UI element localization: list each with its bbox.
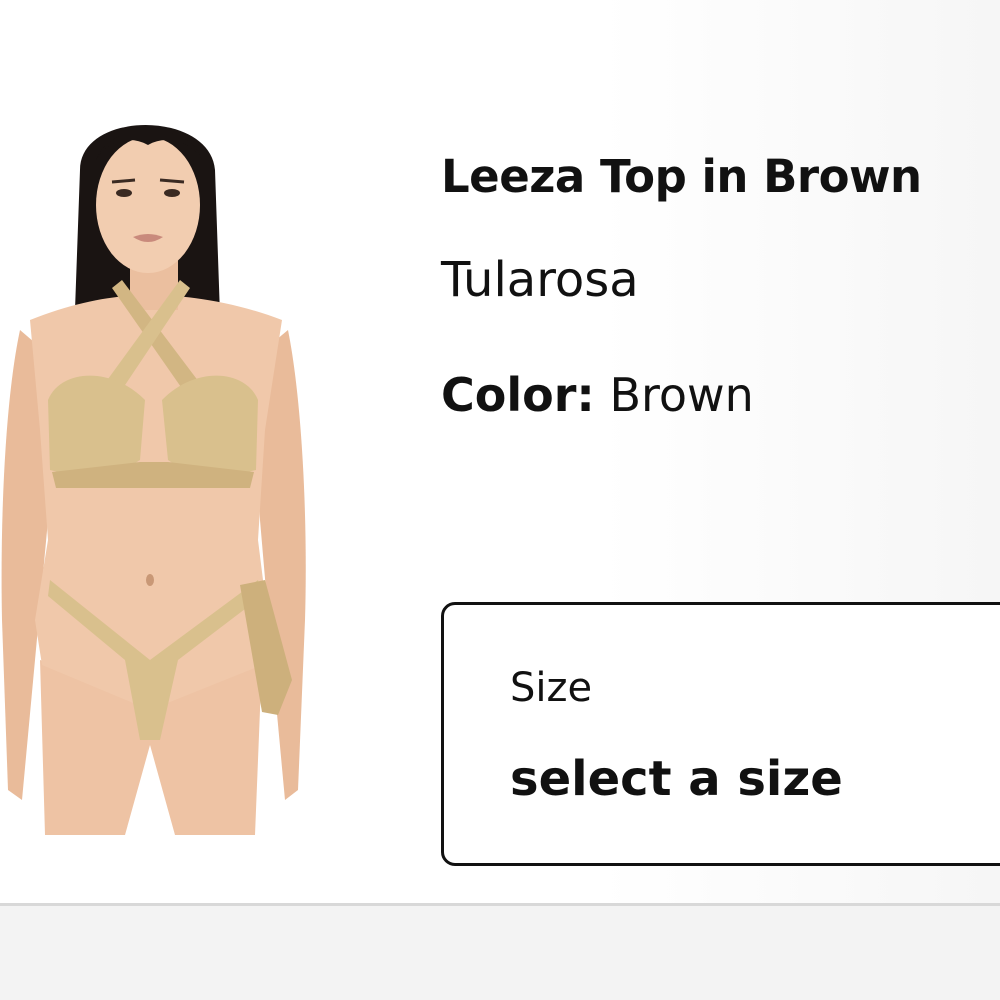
size-selector[interactable]: Size select a size xyxy=(441,602,1000,866)
footer-area xyxy=(0,906,1000,1000)
size-label: Size xyxy=(510,665,593,711)
size-value: select a size xyxy=(510,751,843,807)
product-color: Color: Brown xyxy=(441,368,754,422)
color-label: Color: xyxy=(441,368,595,422)
model-photo xyxy=(1,125,306,835)
product-brand[interactable]: Tularosa xyxy=(441,252,639,308)
product-title: Leeza Top in Brown xyxy=(441,150,922,203)
color-value: Brown xyxy=(609,368,754,422)
product-image[interactable] xyxy=(0,100,310,840)
product-card: Leeza Top in Brown Tularosa Color: Brown… xyxy=(0,0,1000,903)
